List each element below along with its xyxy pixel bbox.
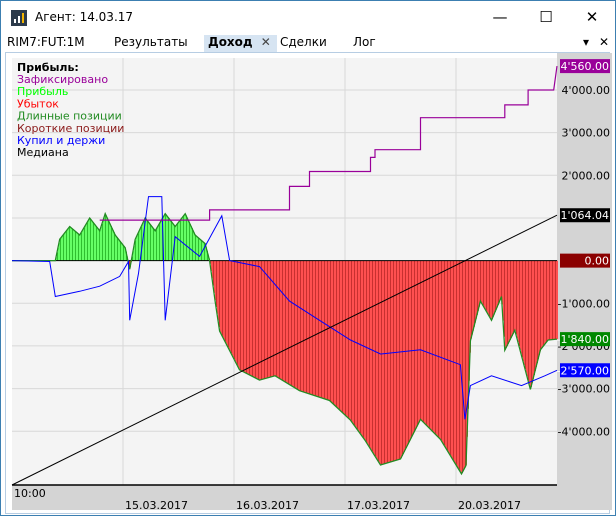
y-tick-label: -4'000.00 bbox=[558, 425, 610, 438]
legend-item: Короткие позиции bbox=[17, 122, 124, 135]
y-tick-label: -3'000.00 bbox=[558, 383, 610, 396]
y-axis-panel bbox=[557, 53, 612, 485]
legend-item: Купил и держи bbox=[17, 134, 105, 147]
y-tick-label: -1'000.00 bbox=[558, 297, 610, 310]
y-tick-label: 2'000.00 bbox=[561, 169, 610, 182]
value-badge-label: 4'560.00 bbox=[560, 60, 609, 73]
legend-item: Длинные позиции bbox=[17, 110, 122, 123]
legend-item: Зафиксировано bbox=[17, 73, 108, 86]
legend-item: Убыток bbox=[17, 97, 59, 110]
x-tick-label: 20.03.2017 bbox=[458, 499, 521, 512]
x-tick-label: 17.03.2017 bbox=[347, 499, 410, 512]
y-tick-label: 3'000.00 bbox=[561, 127, 610, 140]
x-tick-label: 16.03.2017 bbox=[236, 499, 299, 512]
x-tick-label: 15.03.2017 bbox=[125, 499, 188, 512]
value-badge-label: -1'840.00 bbox=[557, 333, 609, 346]
value-badge-label: 0.00 bbox=[585, 255, 610, 268]
x-tick-label: 10:00 bbox=[14, 487, 46, 500]
value-badge-label: -2'570.00 bbox=[557, 364, 609, 377]
legend-item: Прибыль bbox=[17, 85, 68, 98]
x-axis-panel bbox=[12, 485, 612, 510]
y-tick-label: 4'000.00 bbox=[561, 84, 610, 97]
legend-item: Медиана bbox=[17, 146, 69, 159]
value-badge-label: 1'064.04 bbox=[560, 209, 609, 222]
chart-canvas: 4'000.003'000.002'000.001'000.00-1'000.0… bbox=[11, 53, 612, 512]
